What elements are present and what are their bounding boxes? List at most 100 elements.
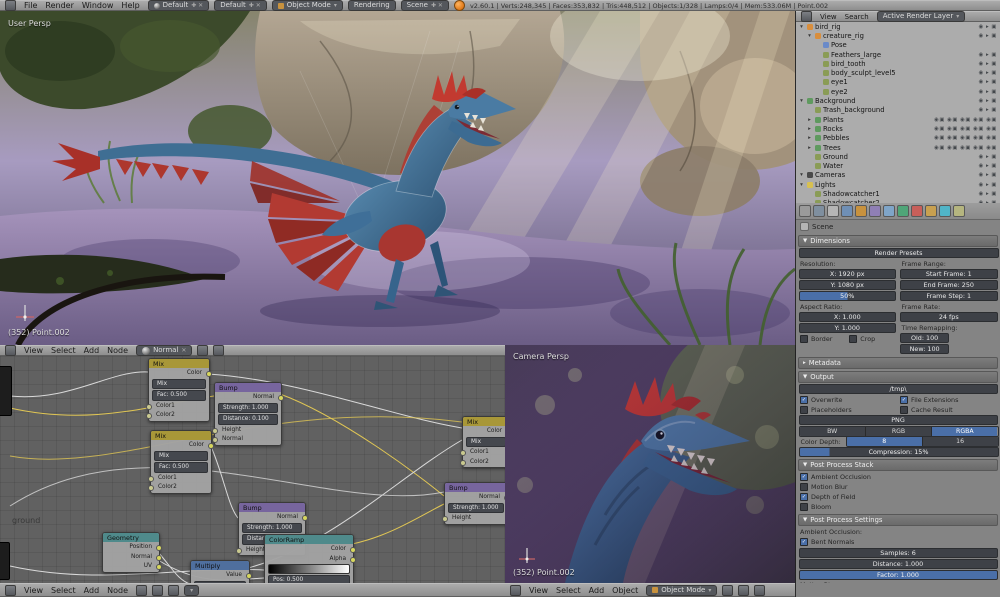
pp-settings-row[interactable]: Samples: 6 [798,547,998,558]
pivot-icon[interactable] [738,584,750,596]
node-canvas[interactable]: ground Mix Color Mix Fac: 0.500 Color1 Color… [0,356,506,583]
node-footer-menu-item[interactable]: Node [104,586,131,595]
outliner-filter-dropdown[interactable]: Active Render Layer ▾ [876,11,966,22]
node-socket-row[interactable]: Color1 [148,474,208,483]
menu-item[interactable]: Window [79,1,117,10]
output-row[interactable]: Placeholders [798,405,898,415]
properties-tab-icon[interactable] [911,205,923,217]
color-depth-button[interactable]: 16 [922,437,998,446]
restriction-toggle-icons[interactable]: ◉ ▸ ▣ [979,52,1000,58]
outliner-row[interactable]: ▾ bird_rig ◉ ▸ ▣ [796,22,1000,31]
node-socket-row[interactable]: Color1 [146,402,206,411]
outliner-item-label[interactable]: Pebbles [823,134,849,142]
pp-settings-row[interactable]: Factor: 1.000 [798,569,998,580]
outliner-item-label[interactable]: Lights [815,181,836,189]
restriction-toggle-icons[interactable]: ◉ ▸ ▣ [979,61,1000,67]
section-header-pp-stack[interactable]: ▼ Post Process Stack [798,459,998,471]
shader-node[interactable]: Mix Color Mix Fac: 0.500 Color1 Color2 [148,430,214,494]
property-row[interactable]: End Frame: 250 [900,280,998,290]
output-row[interactable]: Overwrite [798,395,898,405]
section-header-dimensions[interactable]: ▼ Dimensions [798,235,998,247]
property-row[interactable]: New: 100 [900,344,950,354]
outliner-menu-item[interactable]: View [817,13,840,21]
outliner-row[interactable]: Feathers_large ◉ ▸ ▣ [796,50,1000,59]
output-row[interactable]: /tmp\ [798,384,998,394]
shader-node[interactable]: Mix Color Mix Fac: 0.500 Color1 Color2 [146,358,212,422]
outliner-item-label[interactable]: Trash_background [823,106,885,114]
property-row[interactable]: Y: 1.000 [798,323,896,333]
shader-node[interactable]: Bump NormalStrength: 1.000Distance: 0.10… [212,382,284,446]
node-socket-row[interactable]: Distance: 0.100 [218,414,278,425]
scene-datablock[interactable]: Scene ✚ ✕ [400,0,449,11]
restriction-toggle-icons[interactable]: ◉ ▸ ▣ [979,98,1000,104]
outliner-item-label[interactable]: Cameras [815,171,845,179]
output-row[interactable]: Cache Result [898,405,998,415]
properties-tab-icon[interactable] [799,205,811,217]
checkbox[interactable] [800,493,808,501]
camera-viewport[interactable]: Camera Persp (352) Point.002 [505,320,850,583]
restriction-toggle-icons[interactable]: ◉ ▸ ▣ [979,163,1000,169]
node-socket-row[interactable]: Pos: 0.500 [268,575,350,583]
node-header[interactable]: Mix [149,359,209,368]
menu-item[interactable]: Help [118,1,142,10]
expander-icon[interactable]: ▾ [798,98,805,104]
node-footer-dropdown[interactable]: ▾ [184,584,200,596]
view3d-mode-selector[interactable]: Object Mode ▾ [646,584,718,596]
compression-slider[interactable]: Compression: 15% [798,447,999,457]
node-socket-row[interactable]: Mix [154,450,208,461]
render-presets-dropdown[interactable]: Render Presets [798,248,999,258]
outliner-row[interactable]: eye1 ◉ ▸ ▣ [796,78,1000,87]
section-header-pp-settings[interactable]: ▼ Post Process Settings [798,514,998,526]
expander-icon[interactable]: ▾ [798,172,805,178]
property-row[interactable]: Frame Rate: [900,302,999,312]
node-socket-row[interactable]: Strength: 1.000 [218,402,278,413]
outliner-row[interactable]: Shadowcatcher1 ◉ ▸ ▣ [796,189,1000,198]
node-socket-row[interactable]: Position [106,543,162,552]
property-row[interactable]: Old: 100 [900,333,950,343]
section-header-metadata[interactable]: ▸ Metadata [798,356,998,369]
outliner-item-label[interactable]: Ground [823,153,848,161]
properties-tab-icon[interactable] [813,205,825,217]
outliner-item-label[interactable]: eye1 [831,78,848,86]
pp-stack-row[interactable]: Depth of Field [798,492,998,502]
node-header[interactable]: Bump [445,483,505,492]
restriction-toggle-icons[interactable]: ◉ ▸ ▣ [979,33,1000,39]
outliner-item-label[interactable]: Pose [831,41,847,49]
property-row[interactable]: 24 fps [900,312,998,322]
outliner-row[interactable]: ▸ Plants ◉▣ ◉▣ ◉▣ ◉▣ ◉▣ [796,115,1000,124]
outliner-item-label[interactable]: Rocks [823,125,843,133]
property-row[interactable]: Resolution: [798,259,897,269]
properties-tab-icon[interactable] [855,205,867,217]
offscreen-node[interactable] [0,542,10,580]
checkbox[interactable] [849,334,858,343]
outliner-row[interactable]: Water ◉ ▸ ▣ [796,161,1000,170]
restriction-toggle-icons[interactable]: ◉▣ ◉▣ ◉▣ ◉▣ ◉▣ [934,126,1000,132]
shader-node[interactable]: Multiply ValueMultiplyValue: 0.500Value [190,560,252,583]
outliner-row[interactable]: ▸ Trees ◉▣ ◉▣ ◉▣ ◉▣ ◉▣ [796,143,1000,152]
expander-icon[interactable]: ▾ [798,182,805,188]
checkbox[interactable] [800,538,808,546]
node-socket-row[interactable]: Color [152,369,212,378]
checkbox[interactable] [900,395,908,404]
node-header[interactable]: Mix [151,431,211,440]
outliner-row[interactable]: ▾ creature_rig ◉ ▸ ▣ [796,31,1000,40]
compositing-type-icon[interactable] [213,345,225,356]
pp-settings-row[interactable]: Ambient Occlusion: [798,527,998,537]
node-socket-row[interactable]: Normal [242,513,308,522]
node-socket-row[interactable]: Normal [218,393,284,402]
node-socket-row[interactable]: Multiply [194,580,246,583]
property-row[interactable]: X: 1.000 [798,312,896,322]
shader-type-icon[interactable] [197,345,209,356]
properties-tab-icon[interactable] [939,205,951,217]
node-socket-row[interactable]: Value [194,571,252,580]
node-header[interactable]: Bump [239,503,305,512]
shader-node[interactable]: Bump Normal Strength: 1.000 Height [442,482,505,525]
pp-settings-row[interactable]: Bent Normals [798,537,998,547]
view3d-menu-item[interactable]: View [526,586,551,595]
outliner-row[interactable]: ▾ Background ◉ ▸ ▣ [796,96,1000,105]
node-header[interactable]: ColorRamp [265,535,353,544]
node-footer-menu-item[interactable]: Select [48,586,79,595]
pp-stack-row[interactable]: Motion Blur [798,482,998,492]
node-socket-row[interactable]: Color [466,427,505,436]
checkbox[interactable] [800,334,808,343]
